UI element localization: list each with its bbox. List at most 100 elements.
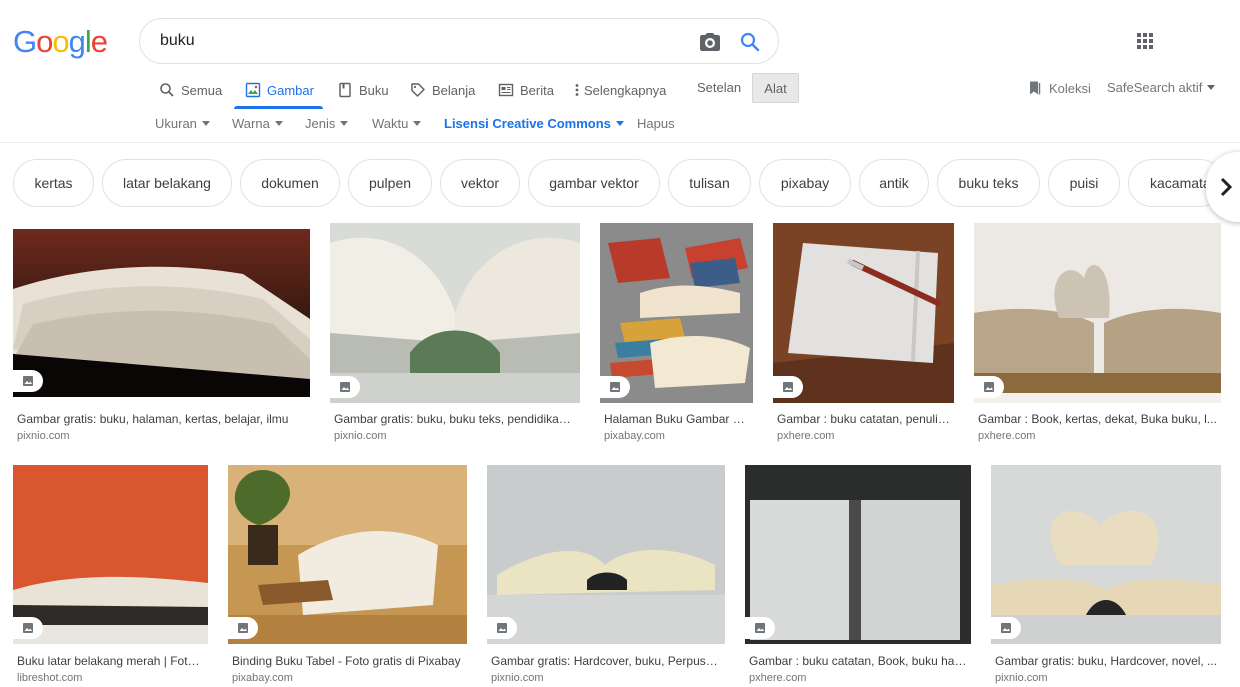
- result-source[interactable]: pixnio.com: [17, 430, 70, 442]
- tab-semua[interactable]: Semua: [159, 72, 222, 108]
- tab-belanja[interactable]: Belanja: [410, 72, 475, 108]
- image-badge: [600, 376, 630, 398]
- result-title[interactable]: Halaman Buku Gambar vektor ...: [604, 412, 750, 426]
- tab-berita[interactable]: Berita: [498, 72, 554, 108]
- safesearch-dropdown[interactable]: SafeSearch aktif: [1107, 80, 1216, 95]
- heart-book-image: [974, 223, 1221, 403]
- result-thumbnail[interactable]: [745, 465, 971, 644]
- filter-size[interactable]: Ukuran: [155, 116, 210, 131]
- image-result[interactable]: Gambar gratis: Hardcover, buku, Perpusta…: [487, 465, 725, 687]
- image-badge: [330, 376, 360, 398]
- chip[interactable]: antik: [859, 159, 929, 207]
- chevron-right-icon: [1220, 177, 1233, 197]
- result-source[interactable]: pixnio.com: [995, 672, 1048, 684]
- chip[interactable]: latar belakang: [102, 159, 232, 207]
- camera-icon[interactable]: [698, 30, 722, 54]
- image-result[interactable]: Binding Buku Tabel - Foto gratis di Pixa…: [228, 465, 467, 687]
- google-logo[interactable]: Google: [13, 24, 108, 60]
- chip[interactable]: buku teks: [937, 159, 1040, 207]
- chevron-down-icon: [615, 121, 624, 126]
- image-result[interactable]: Gambar : buku catatan, Book, buku harian…: [745, 465, 971, 687]
- header-divider: [0, 142, 1240, 143]
- image-icon: [23, 623, 33, 633]
- tab-buku[interactable]: Buku: [337, 72, 389, 108]
- tools-button[interactable]: Alat: [752, 73, 799, 103]
- image-icon: [984, 382, 994, 392]
- book-red-background-image: [13, 465, 208, 644]
- result-source[interactable]: libreshot.com: [17, 672, 82, 684]
- result-source[interactable]: pixnio.com: [334, 430, 387, 442]
- result-title[interactable]: Gambar gratis: buku, halaman, kertas, be…: [17, 412, 310, 426]
- image-result[interactable]: Gambar gratis: buku, halaman, kertas, be…: [13, 229, 310, 444]
- result-title[interactable]: Gambar : buku catatan, Book, buku harian: [749, 654, 969, 668]
- result-title[interactable]: Gambar : buku catatan, penulisan ...: [777, 412, 953, 426]
- book-on-table-image: [228, 465, 467, 644]
- result-source[interactable]: pxhere.com: [978, 430, 1035, 442]
- tab-label: Selengkapnya: [584, 82, 667, 98]
- image-result[interactable]: Halaman Buku Gambar vektor ... pixabay.c…: [600, 223, 753, 444]
- tab-label: Semua: [181, 82, 223, 98]
- result-thumbnail[interactable]: [600, 223, 753, 403]
- image-badge: [13, 617, 43, 639]
- result-source[interactable]: pixabay.com: [604, 430, 665, 442]
- result-title[interactable]: Binding Buku Tabel - Foto gratis di Pixa…: [232, 654, 464, 668]
- result-title[interactable]: Gambar gratis: buku, Hardcover, novel, .…: [995, 654, 1218, 668]
- filter-license[interactable]: Lisensi Creative Commons: [444, 116, 624, 131]
- search-input[interactable]: [160, 29, 680, 53]
- chevron-down-icon: [1207, 85, 1216, 90]
- spiral-notebook-image: [745, 465, 971, 644]
- chip[interactable]: gambar vektor: [528, 159, 660, 207]
- safesearch-label: SafeSearch aktif: [1107, 80, 1203, 95]
- image-result[interactable]: Buku latar belakang merah | Foto ... lib…: [13, 465, 208, 687]
- search-box[interactable]: [139, 18, 779, 64]
- filter-type[interactable]: Jenis: [305, 116, 349, 131]
- filter-color[interactable]: Warna: [232, 116, 283, 131]
- image-icon: [238, 623, 248, 633]
- image-result[interactable]: Gambar gratis: buku, buku teks, pendidik…: [330, 223, 580, 444]
- result-source[interactable]: pixnio.com: [491, 672, 544, 684]
- result-source[interactable]: pixabay.com: [232, 672, 293, 684]
- chip[interactable]: puisi: [1048, 159, 1120, 207]
- result-thumbnail[interactable]: [330, 223, 580, 403]
- image-badge: [228, 617, 258, 639]
- result-thumbnail[interactable]: [487, 465, 725, 644]
- image-result[interactable]: Gambar gratis: buku, Hardcover, novel, .…: [991, 465, 1221, 687]
- result-thumbnail[interactable]: [228, 465, 467, 644]
- heart-pages-book-image: [991, 465, 1221, 644]
- collections-link[interactable]: Koleksi: [1027, 80, 1091, 96]
- logo-letter: e: [90, 24, 108, 59]
- result-thumbnail[interactable]: [13, 465, 208, 644]
- chip[interactable]: kertas: [13, 159, 94, 207]
- result-title[interactable]: Gambar : Book, kertas, dekat, Buka buku,…: [978, 412, 1218, 426]
- tab-selengkapnya[interactable]: Selengkapnya: [572, 72, 666, 108]
- image-result[interactable]: Gambar : buku catatan, penulisan ... pxh…: [773, 223, 954, 444]
- result-source[interactable]: pxhere.com: [749, 672, 806, 684]
- search-icon[interactable]: [738, 30, 762, 54]
- result-source[interactable]: pxhere.com: [777, 430, 834, 442]
- chip[interactable]: tulisan: [668, 159, 751, 207]
- chip[interactable]: vektor: [440, 159, 520, 207]
- tab-gambar[interactable]: Gambar: [245, 72, 314, 108]
- result-title[interactable]: Buku latar belakang merah | Foto ...: [17, 654, 205, 668]
- search-icon: [160, 83, 174, 97]
- chip[interactable]: pixabay: [759, 159, 851, 207]
- chip[interactable]: dokumen: [240, 159, 340, 207]
- result-thumbnail[interactable]: [773, 223, 954, 403]
- filter-label: Waktu: [372, 116, 409, 131]
- tab-label: Belanja: [432, 82, 476, 98]
- logo-letter: o: [52, 24, 69, 59]
- chevron-down-icon: [201, 121, 210, 126]
- result-title[interactable]: Gambar gratis: Hardcover, buku, Perpusta…: [491, 654, 721, 668]
- result-title[interactable]: Gambar gratis: buku, buku teks, pendidik…: [334, 412, 574, 426]
- image-icon: [23, 376, 33, 386]
- result-thumbnail[interactable]: [991, 465, 1221, 644]
- clear-filters-link[interactable]: Hapus: [637, 116, 675, 131]
- chip[interactable]: pulpen: [348, 159, 432, 207]
- filter-time[interactable]: Waktu: [372, 116, 422, 131]
- logo-letter: o: [36, 24, 53, 59]
- apps-grid-icon[interactable]: [1133, 29, 1157, 53]
- result-thumbnail[interactable]: [974, 223, 1221, 403]
- result-thumbnail[interactable]: [13, 229, 310, 397]
- image-result[interactable]: Gambar : Book, kertas, dekat, Buka buku,…: [974, 223, 1221, 444]
- settings-link[interactable]: Setelan: [697, 80, 741, 95]
